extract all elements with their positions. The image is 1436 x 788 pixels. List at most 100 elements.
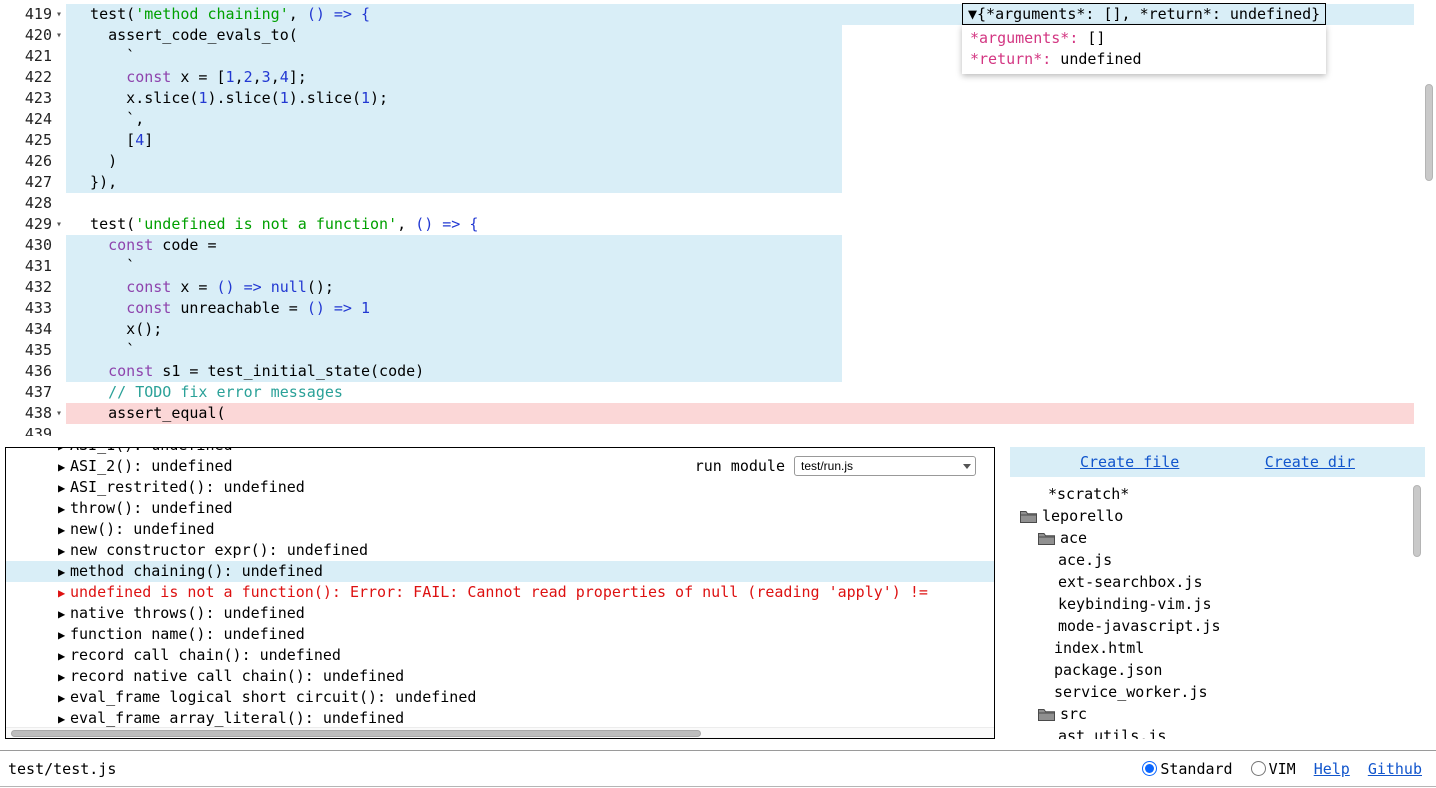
fold-marker-icon[interactable]: ▾: [52, 25, 66, 46]
line-number: 419: [0, 4, 52, 25]
expand-icon[interactable]: ▶: [58, 520, 70, 541]
code-text[interactable]: assert_code_evals_to(: [72, 25, 298, 46]
tree-item[interactable]: src: [1010, 703, 1425, 725]
line-number: 427: [0, 172, 52, 193]
tree-item[interactable]: ext-searchbox.js: [1010, 571, 1425, 593]
test-result-row[interactable]: ▶ASI_restrited(): undefined: [6, 477, 994, 498]
editor-scrollbar[interactable]: [1424, 0, 1435, 436]
code-line-438: 438▾ assert_equal(: [0, 403, 1436, 424]
code-text[interactable]: `: [72, 256, 135, 277]
file-actions: Create file Create dir: [1010, 447, 1425, 477]
test-result-list: ▶ASI_1(): undefined▶ASI_2(): undefined▶A…: [6, 447, 994, 729]
code-text[interactable]: `,: [72, 109, 144, 130]
code-text[interactable]: const code =: [72, 235, 217, 256]
expand-icon[interactable]: ▶: [58, 583, 70, 604]
line-number: 420: [0, 25, 52, 46]
create-dir-link[interactable]: Create dir: [1265, 453, 1355, 471]
keybinding-vim-option[interactable]: VIM: [1251, 760, 1296, 778]
test-result-row[interactable]: ▶native throws(): undefined: [6, 603, 994, 624]
expand-icon[interactable]: ▶: [58, 541, 70, 562]
github-link[interactable]: Github: [1368, 760, 1422, 778]
test-result-row[interactable]: ▶record native call chain(): undefined: [6, 666, 994, 687]
create-file-link[interactable]: Create file: [1080, 453, 1179, 471]
fold-marker-icon[interactable]: ▾: [52, 214, 66, 235]
tree-item[interactable]: package.json: [1010, 659, 1425, 681]
vim-radio[interactable]: [1251, 761, 1266, 776]
code-line-437: 437 // TODO fix error messages: [0, 382, 1436, 403]
tree-item[interactable]: ace: [1010, 527, 1425, 549]
code-text[interactable]: const x = [1,2,3,4];: [72, 67, 307, 88]
test-result-row[interactable]: ▶method chaining(): undefined: [6, 561, 994, 582]
fold-spacer: [52, 109, 66, 130]
tree-item[interactable]: index.html: [1010, 637, 1425, 659]
test-result-row[interactable]: ▶record call chain(): undefined: [6, 645, 994, 666]
scrollbar-thumb[interactable]: [1413, 485, 1421, 557]
test-result-row[interactable]: ▶new(): undefined: [6, 519, 994, 540]
keybinding-standard-option[interactable]: Standard: [1142, 760, 1232, 778]
code-text[interactable]: [4]: [72, 130, 153, 151]
expand-icon[interactable]: ▶: [58, 478, 70, 499]
tooltip-row: *return*: undefined: [970, 49, 1318, 70]
code-text[interactable]: assert_equal(: [72, 403, 226, 424]
fold-spacer: [52, 46, 66, 67]
file-tree: *scratch*leporelloaceace.jsext-searchbox…: [1010, 477, 1425, 739]
test-result-text: record call chain(): undefined: [70, 646, 341, 664]
code-text[interactable]: x();: [72, 319, 162, 340]
tree-item[interactable]: ast_utils.js: [1010, 725, 1425, 739]
tree-item[interactable]: keybinding-vim.js: [1010, 593, 1425, 615]
test-result-row[interactable]: ▶eval_frame logical short circuit(): und…: [6, 687, 994, 708]
status-bar: test/test.js Standard VIM Help Github: [0, 750, 1436, 787]
tooltip-header[interactable]: ▼{*arguments*: [], *return*: undefined}: [962, 3, 1326, 25]
tooltip-value: []: [1078, 29, 1105, 47]
fold-marker-icon[interactable]: ▾: [52, 4, 66, 25]
scrollbar-thumb[interactable]: [1425, 84, 1433, 181]
expand-icon[interactable]: ▶: [58, 646, 70, 667]
test-result-text: throw(): undefined: [70, 499, 233, 517]
expand-icon[interactable]: ▶: [58, 625, 70, 646]
help-link[interactable]: Help: [1314, 760, 1350, 778]
code-text[interactable]: `: [72, 340, 135, 361]
code-text[interactable]: test('method chaining', () => {: [72, 4, 370, 25]
test-result-row[interactable]: ▶eval_frame array_literal(): undefined: [6, 708, 994, 729]
code-text[interactable]: const x = () => null();: [72, 277, 334, 298]
line-number: 429: [0, 214, 52, 235]
tree-item[interactable]: service_worker.js: [1010, 681, 1425, 703]
fold-spacer: [52, 193, 66, 214]
test-result-row[interactable]: ▶function name(): undefined: [6, 624, 994, 645]
test-result-row[interactable]: ▶new constructor expr(): undefined: [6, 540, 994, 561]
scrollbar-thumb[interactable]: [11, 730, 701, 737]
tree-item[interactable]: leporello: [1010, 505, 1425, 527]
files-scrollbar[interactable]: [1412, 485, 1423, 739]
file-name: package.json: [1054, 661, 1162, 679]
code-text[interactable]: ): [72, 151, 117, 172]
standard-radio[interactable]: [1142, 761, 1157, 776]
code-text[interactable]: x.slice(1).slice(1).slice(1);: [72, 88, 388, 109]
expand-icon[interactable]: ▶: [58, 667, 70, 688]
code-text[interactable]: `: [72, 46, 135, 67]
expand-icon[interactable]: ▶: [58, 457, 70, 478]
fold-spacer: [52, 151, 66, 172]
module-select[interactable]: test/run.js: [794, 456, 976, 476]
tree-item[interactable]: mode-javascript.js: [1010, 615, 1425, 637]
test-result-row[interactable]: ▶ASI_1(): undefined: [6, 447, 994, 456]
file-name: mode-javascript.js: [1058, 617, 1221, 635]
expand-icon[interactable]: ▶: [58, 604, 70, 625]
fold-marker-icon[interactable]: ▾: [52, 403, 66, 424]
tree-item[interactable]: *scratch*: [1010, 483, 1425, 505]
code-text[interactable]: }),: [72, 172, 117, 193]
code-text[interactable]: test('undefined is not a function', () =…: [72, 214, 478, 235]
test-result-text: ASI_restrited(): undefined: [70, 478, 305, 496]
test-result-row[interactable]: ▶throw(): undefined: [6, 498, 994, 519]
test-result-row[interactable]: ▶undefined is not a function(): Error: F…: [6, 582, 994, 603]
code-text[interactable]: // TODO fix error messages: [72, 382, 343, 403]
gutter: 432: [0, 277, 66, 298]
tree-item[interactable]: ace.js: [1010, 549, 1425, 571]
file-name: index.html: [1054, 639, 1144, 657]
results-horizontal-scrollbar[interactable]: [6, 727, 994, 738]
code-editor: 419▾ test('method chaining', () => {420▾…: [0, 0, 1436, 436]
code-text[interactable]: const unreachable = () => 1: [72, 298, 370, 319]
expand-icon[interactable]: ▶: [58, 562, 70, 583]
code-text[interactable]: const s1 = test_initial_state(code): [72, 361, 424, 382]
expand-icon[interactable]: ▶: [58, 499, 70, 520]
expand-icon[interactable]: ▶: [58, 688, 70, 709]
